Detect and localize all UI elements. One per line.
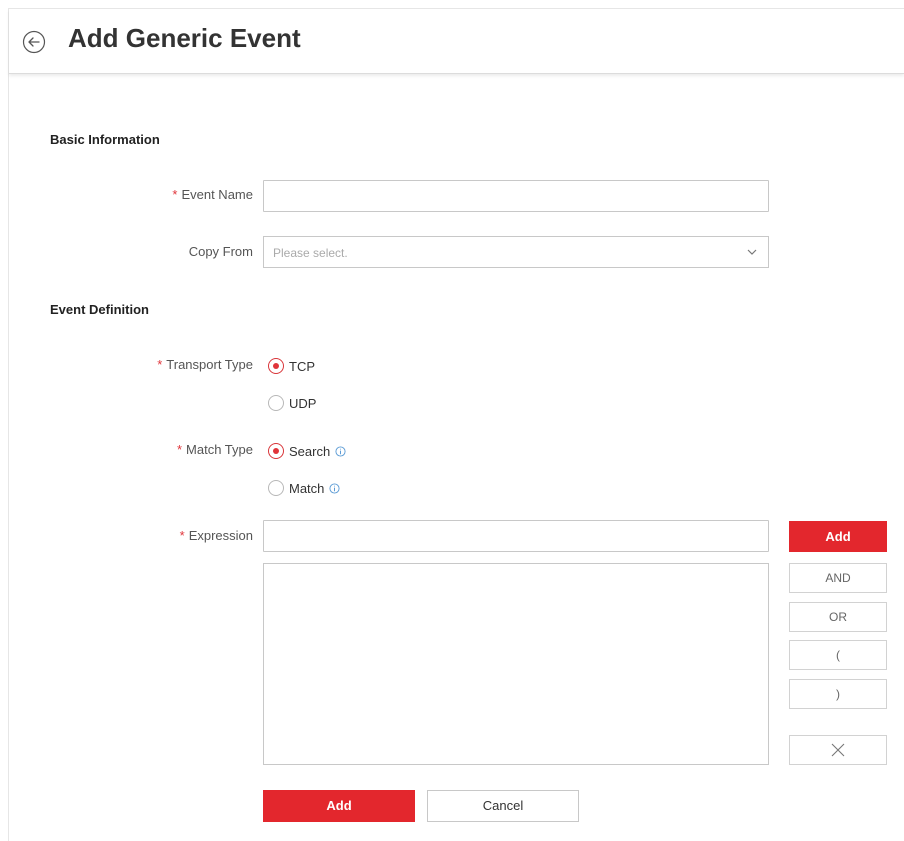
chevron-down-icon <box>747 249 757 255</box>
required-marker: * <box>176 442 183 457</box>
required-marker: * <box>172 187 178 202</box>
expression-input[interactable] <box>263 520 769 552</box>
radio-match-label: Match <box>289 480 325 496</box>
required-marker: * <box>157 357 163 372</box>
transport-type-label: * Transport Type <box>0 357 253 372</box>
radio-match[interactable]: Match <box>268 479 340 497</box>
radio-udp[interactable]: UDP <box>268 394 316 412</box>
back-arrow-circle-icon[interactable] <box>22 30 46 54</box>
radio-button[interactable] <box>268 480 284 496</box>
required-marker: * <box>179 528 185 543</box>
event-name-input[interactable] <box>263 180 769 212</box>
close-x-icon <box>831 743 845 757</box>
cancel-button[interactable]: Cancel <box>427 790 579 822</box>
expression-label-text: Expression <box>188 528 253 543</box>
event-name-label-text: Event Name <box>181 187 253 202</box>
section-basic-information: Basic Information <box>50 132 160 147</box>
radio-button[interactable] <box>268 395 284 411</box>
page-header: Add Generic Event <box>9 9 904 74</box>
and-button[interactable]: AND <box>789 563 887 593</box>
transport-type-label-text: Transport Type <box>166 357 253 372</box>
expression-label: * Expression <box>0 528 253 543</box>
close-paren-button[interactable]: ) <box>789 679 887 709</box>
event-name-label: * Event Name <box>0 187 253 202</box>
copy-from-label: Copy From <box>188 244 253 259</box>
radio-tcp[interactable]: TCP <box>268 357 315 375</box>
clear-expression-button[interactable] <box>789 735 887 765</box>
page-title: Add Generic Event <box>68 23 301 53</box>
radio-button-selected[interactable] <box>268 358 284 374</box>
copy-from-select[interactable]: Please select. <box>263 236 769 268</box>
add-button[interactable]: Add <box>263 790 415 822</box>
expression-list[interactable] <box>263 563 769 765</box>
section-event-definition: Event Definition <box>50 302 149 317</box>
radio-tcp-label: TCP <box>289 358 315 374</box>
match-type-label: * Match Type <box>0 442 253 457</box>
info-icon[interactable] <box>335 445 346 457</box>
expression-add-button[interactable]: Add <box>789 521 887 552</box>
radio-udp-label: UDP <box>289 395 317 411</box>
copy-from-placeholder: Please select. <box>273 246 348 260</box>
radio-search[interactable]: Search <box>268 442 346 460</box>
or-button[interactable]: OR <box>789 602 887 632</box>
radio-search-label: Search <box>289 443 331 459</box>
radio-button-selected[interactable] <box>268 443 284 459</box>
open-paren-button[interactable]: ( <box>789 640 887 670</box>
match-type-label-text: Match Type <box>186 442 253 457</box>
info-icon[interactable] <box>329 482 340 494</box>
